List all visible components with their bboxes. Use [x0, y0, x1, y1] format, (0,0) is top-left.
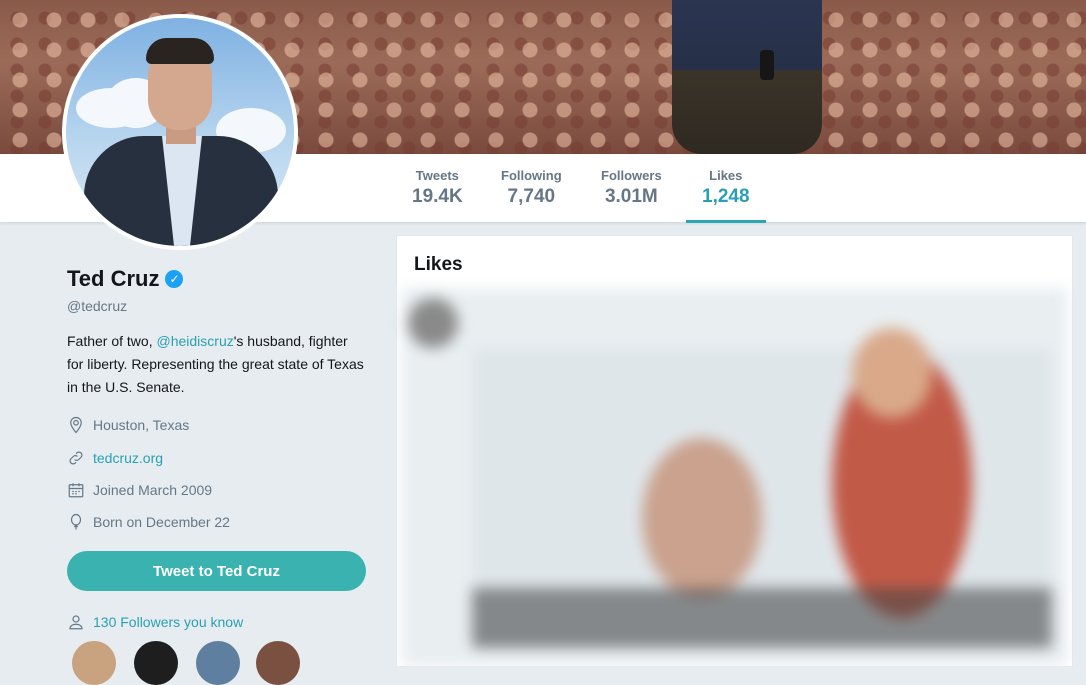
bio-text-start: Father of two, — [67, 333, 157, 349]
avatar-photo — [66, 18, 294, 246]
profile-location: Houston, Texas — [67, 416, 189, 434]
profile-handle[interactable]: @tedcruz — [67, 298, 127, 314]
follower-avatar[interactable] — [256, 641, 300, 685]
likes-timeline-panel: Likes — [396, 235, 1073, 667]
profile-avatar[interactable] — [62, 14, 298, 250]
nav-tweets-count: 19.4K — [412, 186, 463, 207]
location-text: Houston, Texas — [93, 417, 190, 433]
tweet-to-button[interactable]: Tweet to Ted Cruz — [67, 551, 366, 591]
balloon-icon — [70, 513, 82, 530]
blurred-liked-tweet[interactable] — [402, 288, 1067, 666]
bio-mention-link[interactable]: @heidiscruz — [156, 333, 233, 349]
profile-website: tedcruz.org — [67, 449, 163, 467]
profile-card: Ted Cruz ✓ @tedcruz Father of two, @heid… — [0, 223, 390, 685]
follower-avatar[interactable] — [72, 641, 116, 685]
likes-heading: Likes — [414, 254, 463, 275]
banner-speaker-figure — [672, 0, 822, 154]
follower-avatar[interactable] — [134, 641, 178, 685]
profile-birthday: Born on December 22 — [67, 513, 230, 531]
profile-bio: Father of two, @heidiscruz's husband, fi… — [67, 330, 367, 399]
joined-text: Joined March 2009 — [93, 482, 213, 498]
followers-you-know-text: 130 Followers you know — [93, 614, 244, 630]
banner-microphone — [760, 50, 774, 80]
website-link[interactable]: tedcruz.org — [93, 450, 163, 466]
nav-likes[interactable]: Likes 1,248 — [686, 168, 765, 223]
born-text: Born on December 22 — [93, 514, 230, 530]
profile-joined: Joined March 2009 — [67, 481, 212, 499]
nav-following[interactable]: Following 7,740 — [501, 168, 562, 208]
followers-you-know[interactable]: 130 Followers you know — [67, 613, 243, 631]
nav-likes-label: Likes — [709, 168, 743, 183]
person-icon — [69, 615, 83, 630]
profile-name-text: Ted Cruz — [67, 266, 160, 291]
nav-followers[interactable]: Followers 3.01M — [601, 168, 662, 208]
nav-likes-count: 1,248 — [702, 186, 750, 207]
nav-followers-label: Followers — [601, 168, 662, 183]
nav-following-count: 7,740 — [507, 186, 556, 207]
calendar-icon — [68, 483, 84, 498]
location-icon — [70, 416, 82, 434]
verified-icon: ✓ — [165, 270, 184, 288]
profile-name[interactable]: Ted Cruz ✓ — [67, 266, 184, 292]
nav-tweets[interactable]: Tweets 19.4K — [412, 168, 463, 208]
link-icon — [69, 451, 83, 465]
nav-followers-count: 3.01M — [604, 186, 658, 207]
follower-avatar[interactable] — [196, 641, 240, 685]
nav-tweets-label: Tweets — [415, 168, 459, 183]
nav-following-label: Following — [501, 168, 562, 183]
